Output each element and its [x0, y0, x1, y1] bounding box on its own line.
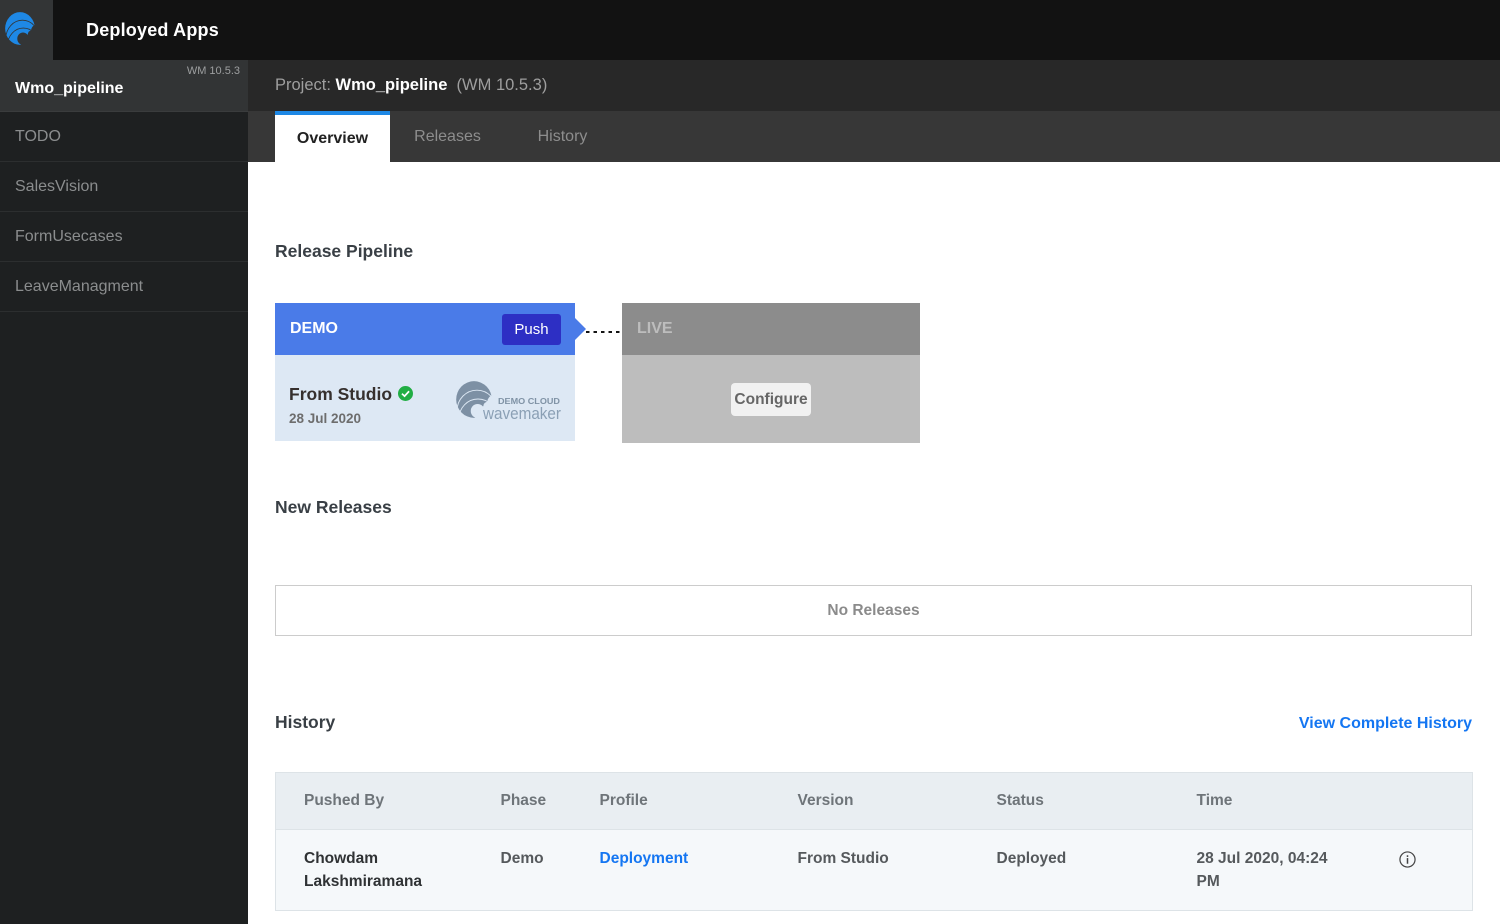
svg-text:wavemaker: wavemaker — [482, 405, 561, 423]
